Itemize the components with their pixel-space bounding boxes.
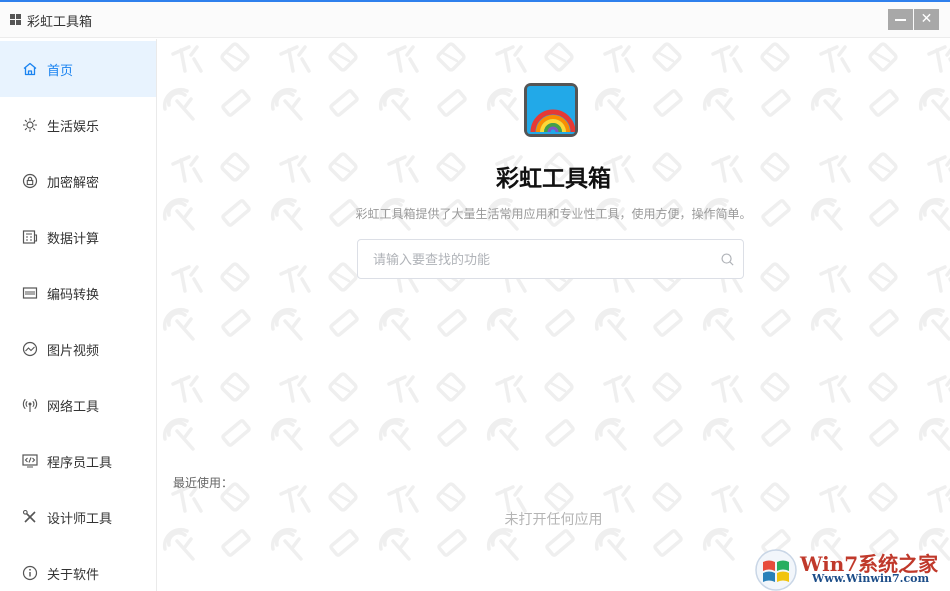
sidebar-item-label: 首页	[47, 64, 74, 79]
sidebar-item-label: 设计师工具	[47, 512, 113, 527]
design-tools-icon	[22, 509, 36, 523]
app-logo	[524, 83, 578, 137]
sidebar-item-lifestyle[interactable]: 生活娱乐	[0, 97, 156, 153]
lock-icon	[22, 173, 38, 189]
sidebar-item-label: 程序员工具	[47, 456, 113, 471]
sidebar-item-label: 关于软件	[47, 568, 100, 583]
minimize-button[interactable]	[888, 9, 913, 30]
search-box[interactable]	[357, 239, 744, 279]
code-icon	[22, 454, 38, 468]
main-content: 彩虹工具箱 彩虹工具箱提供了大量生活常用应用和专业性工具，使用方便，操作简单。 …	[157, 39, 950, 591]
sidebar-item-label: 网络工具	[47, 400, 100, 415]
sidebar-item-home[interactable]: 首页	[0, 41, 156, 97]
windows-logo-icon	[755, 549, 797, 591]
close-button[interactable]: ✕	[914, 9, 939, 30]
sidebar-item-label: 图片视频	[47, 344, 100, 359]
sidebar-item-media[interactable]: 图片视频	[0, 321, 156, 377]
site-watermark-badge: Win7系统之家 Www.Winwin7.com	[752, 546, 950, 591]
calculator-icon	[22, 230, 38, 244]
info-icon	[22, 565, 38, 581]
sidebar-item-label: 生活娱乐	[47, 120, 100, 135]
app-name-heading: 彩虹工具箱	[496, 166, 611, 192]
sidebar-item-calculation[interactable]: 数据计算	[0, 209, 156, 265]
recent-usage-label: 最近使用：	[173, 476, 234, 490]
sidebar: 首页 生活娱乐 加密解密 数据计算 编码转换 图片视频 网络工具 程序员工具 设…	[0, 39, 157, 591]
sidebar-item-developer[interactable]: 程序员工具	[0, 433, 156, 489]
close-icon: ✕	[920, 11, 933, 27]
image-icon	[22, 341, 38, 357]
sidebar-item-network[interactable]: 网络工具	[0, 377, 156, 433]
sidebar-item-label: 编码转换	[47, 288, 100, 303]
search-input[interactable]	[373, 250, 703, 270]
app-grid-icon	[10, 14, 21, 25]
sidebar-item-encryption[interactable]: 加密解密	[0, 153, 156, 209]
encoding-icon	[22, 287, 38, 299]
home-icon	[23, 62, 37, 76]
title-bar: 彩虹工具箱 ✕	[0, 2, 950, 38]
search-icon[interactable]	[720, 252, 735, 267]
sidebar-item-label: 数据计算	[47, 232, 100, 247]
app-window: 彩虹工具箱 ✕ 首页 生活娱乐 加密解密 数据计算 编码转换 图片视频 网络工具…	[0, 0, 950, 591]
sidebar-item-label: 加密解密	[47, 176, 100, 191]
minimize-icon	[895, 19, 906, 21]
lifestyle-icon	[23, 118, 37, 132]
sidebar-item-encoding[interactable]: 编码转换	[0, 265, 156, 321]
network-icon	[22, 398, 38, 412]
empty-recent-message: 未打开任何应用	[504, 512, 603, 528]
sidebar-item-about[interactable]: 关于软件	[0, 545, 156, 591]
site-badge-url: Www.Winwin7.com	[812, 572, 930, 585]
window-title: 彩虹工具箱	[27, 15, 93, 30]
sidebar-item-designer[interactable]: 设计师工具	[0, 489, 156, 545]
app-description: 彩虹工具箱提供了大量生活常用应用和专业性工具，使用方便，操作简单。	[355, 207, 752, 221]
